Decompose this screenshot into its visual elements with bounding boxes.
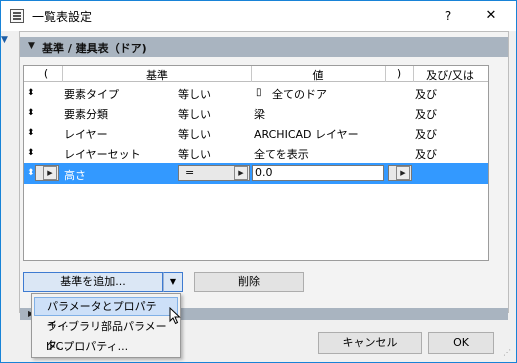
dropdown-arrow-icon[interactable]: ▶ bbox=[396, 166, 410, 180]
menu-item-library-parameters[interactable]: ライブラリ部品パラメータ... bbox=[34, 317, 178, 352]
mouse-cursor-icon bbox=[169, 307, 181, 325]
delete-button[interactable]: 削除 bbox=[194, 272, 304, 292]
table-row[interactable]: ⬍ 要素タイプ 等しい ▯ 全てのドア 及び bbox=[24, 83, 488, 103]
row-conjunction[interactable]: 及び bbox=[415, 126, 437, 142]
side-arrow-icon: ▼ bbox=[1, 35, 8, 45]
collapse-triangle-icon[interactable]: ▼ bbox=[28, 41, 35, 51]
header-value[interactable]: 値 bbox=[253, 67, 383, 82]
schedule-settings-dialog: 一覧表設定 ? ✕ ▼ ▼ 基準 / 建具表（ドア) ( 基準 値 ) 及び/又… bbox=[0, 0, 517, 363]
value-field[interactable]: 0.0 bbox=[252, 165, 384, 181]
row-criterion: レイヤーセット bbox=[64, 148, 141, 161]
help-button[interactable]: ? bbox=[433, 5, 463, 27]
title-bar: 一覧表設定 ? ✕ bbox=[1, 1, 516, 31]
row-operator[interactable]: 等しい bbox=[178, 106, 211, 122]
dropdown-arrow-icon[interactable]: ▶ bbox=[43, 166, 57, 180]
header-close-paren: ) bbox=[396, 67, 402, 80]
criteria-table: ( 基準 値 ) 及び/又は ⬍ 要素タイプ 等しい ▯ 全てのドア 及び ⬍ … bbox=[23, 65, 489, 261]
table-row[interactable]: ⬍ 要素分類 等しい 梁 及び bbox=[24, 103, 488, 123]
drag-handle-icon[interactable]: ⬍ bbox=[27, 168, 35, 178]
row-criterion[interactable]: 高さ bbox=[64, 167, 86, 183]
operator-dropdown[interactable]: = ▶ bbox=[178, 165, 250, 181]
panel-header[interactable]: ▼ 基準 / 建具表（ドア) bbox=[20, 37, 508, 57]
add-criteria-dropdown-icon[interactable]: ▼ bbox=[163, 272, 183, 292]
row-conjunction[interactable]: 及び bbox=[415, 146, 437, 162]
window-title: 一覧表設定 bbox=[32, 10, 93, 24]
row-value[interactable]: 梁 bbox=[254, 106, 265, 122]
menu-item-ifc-properties[interactable]: IFCプロパティ... bbox=[34, 337, 178, 356]
app-list-icon bbox=[10, 9, 24, 23]
cancel-button[interactable]: キャンセル bbox=[318, 332, 422, 354]
drag-handle-icon[interactable]: ⬍ bbox=[27, 148, 35, 158]
door-icon: ▯ bbox=[256, 87, 262, 98]
table-header: ( 基準 値 ) 及び/又は bbox=[24, 66, 488, 82]
drag-handle-icon[interactable]: ⬍ bbox=[27, 108, 35, 118]
row-value[interactable]: 全てを表示 bbox=[254, 146, 309, 162]
menu-item-parameters-properties[interactable]: パラメータとプロパティ... bbox=[34, 297, 178, 330]
row-conjunction[interactable]: 及び bbox=[415, 86, 437, 102]
row-value[interactable]: ARCHICAD レイヤー bbox=[254, 126, 359, 142]
drag-handle-icon[interactable]: ⬍ bbox=[27, 128, 35, 138]
resize-grip-icon[interactable]: ⋰ bbox=[503, 348, 513, 358]
table-row[interactable]: ⬍ レイヤー 等しい ARCHICAD レイヤー 及び bbox=[24, 123, 488, 143]
header-criteria[interactable]: 基準 bbox=[64, 67, 250, 82]
open-paren-dropdown[interactable]: ▶ bbox=[35, 165, 59, 181]
row-operator[interactable]: 等しい bbox=[178, 146, 211, 162]
row-criterion: レイヤー bbox=[64, 128, 108, 141]
operator-value: = bbox=[185, 166, 195, 179]
close-button[interactable]: ✕ bbox=[471, 5, 511, 27]
add-criteria-button[interactable]: 基準を追加... bbox=[23, 272, 163, 292]
header-and-or[interactable]: 及び/又は bbox=[415, 67, 485, 82]
table-row[interactable]: ⬍ レイヤーセット 等しい 全てを表示 及び bbox=[24, 143, 488, 163]
dropdown-arrow-icon[interactable]: ▶ bbox=[234, 166, 248, 180]
header-open-paren: ( bbox=[43, 67, 49, 80]
drag-handle-icon[interactable]: ⬍ bbox=[27, 88, 35, 98]
table-row-selected[interactable]: ⬍ ▶ 高さ = ▶ 0.0 ▶ bbox=[24, 163, 488, 184]
row-value[interactable]: 全てのドア bbox=[272, 86, 327, 102]
panel-title: 基準 / 建具表（ドア) bbox=[42, 42, 147, 55]
row-operator[interactable]: 等しい bbox=[178, 126, 211, 142]
value-input[interactable]: 0.0 bbox=[255, 166, 273, 179]
close-paren-dropdown[interactable]: ▶ bbox=[388, 165, 412, 181]
row-conjunction[interactable]: 及び bbox=[415, 106, 437, 122]
ok-button[interactable]: OK bbox=[428, 332, 494, 354]
row-operator[interactable]: 等しい bbox=[178, 86, 211, 102]
row-criterion: 要素分類 bbox=[64, 108, 108, 121]
row-criterion: 要素タイプ bbox=[64, 88, 119, 101]
add-criteria-menu: パラメータとプロパティ... ライブラリ部品パラメータ... IFCプロパティ.… bbox=[31, 293, 181, 358]
